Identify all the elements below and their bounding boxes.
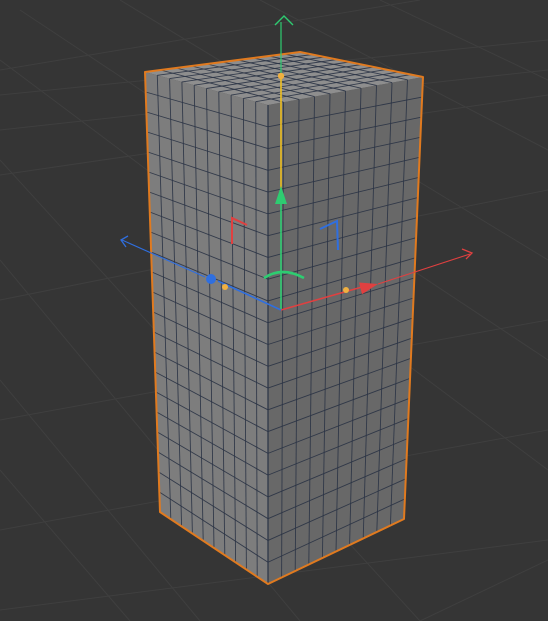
x-axis-handle-dot[interactable] (343, 287, 349, 293)
viewport-canvas[interactable] (0, 0, 548, 621)
grid-line (379, 0, 548, 81)
3d-viewport[interactable] (0, 0, 548, 621)
z-axis-handle-dot[interactable] (222, 284, 228, 290)
arrow-left-icon[interactable] (206, 274, 216, 284)
x-axis-end-cap (461, 248, 474, 260)
subdivided-box-mesh[interactable] (144, 51, 424, 585)
y-axis-handle-dot[interactable] (277, 72, 285, 80)
grid-line (0, 469, 131, 621)
grid-line (419, 559, 548, 621)
box-right-face[interactable] (268, 77, 423, 584)
